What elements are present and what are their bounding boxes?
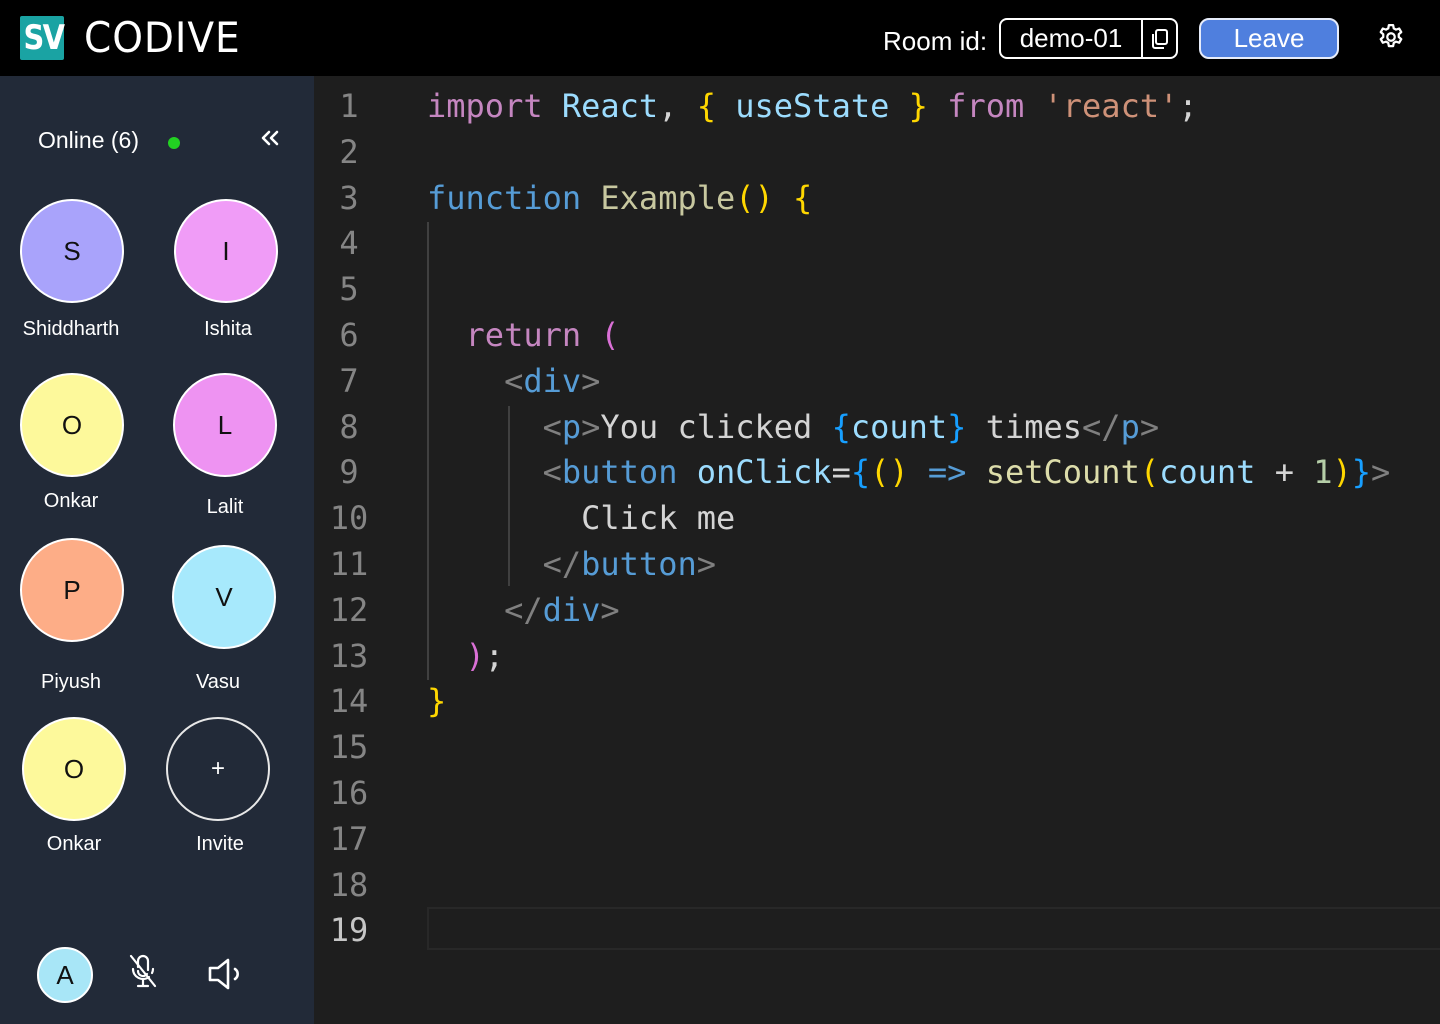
- invite-button[interactable]: +: [166, 717, 270, 821]
- app-name: CODIVE: [84, 13, 241, 62]
- leave-button[interactable]: Leave: [1199, 18, 1339, 59]
- invite-label: Invite: [196, 833, 244, 855]
- code-content[interactable]: import React, { useState } from 'react';…: [427, 84, 1440, 725]
- line-number: 7: [339, 361, 359, 400]
- code-line: </button>: [542, 544, 716, 583]
- line-number: 15: [329, 728, 369, 767]
- line-number: 5: [339, 270, 359, 309]
- participant-avatar[interactable]: I: [174, 199, 278, 303]
- participant-avatar[interactable]: V: [172, 545, 276, 649]
- copy-room-id-button[interactable]: [1143, 20, 1176, 57]
- line-number: 2: [339, 132, 359, 171]
- copy-icon: [1151, 28, 1168, 49]
- line-number: 3: [339, 178, 359, 217]
- code-line: <p>You clicked {count} times</p>: [542, 407, 1160, 446]
- participant-name: Shiddharth: [22, 318, 120, 340]
- code-line: Click me: [581, 499, 736, 538]
- online-status-dot: [168, 137, 180, 149]
- participant-name: Lalit: [206, 496, 244, 518]
- current-line-highlight: [427, 907, 1440, 950]
- code-line: </div>: [504, 590, 620, 629]
- code-line: function Example() {: [427, 178, 813, 217]
- participant-name: Onkar: [46, 833, 102, 855]
- participant-avatar[interactable]: P: [20, 538, 124, 642]
- code-line: <div>: [504, 361, 601, 400]
- line-number: 18: [329, 865, 369, 904]
- line-number: 11: [329, 544, 369, 583]
- line-number: 9: [339, 453, 359, 492]
- line-number: 10: [329, 499, 369, 538]
- code-line: }: [427, 682, 447, 721]
- code-line: return (: [465, 315, 620, 354]
- line-number: 14: [329, 682, 369, 721]
- line-number: 8: [339, 407, 359, 446]
- settings-button[interactable]: [1374, 20, 1408, 54]
- room-id-box: demo-01: [999, 18, 1178, 59]
- line-number-active: 19: [329, 911, 369, 950]
- plus-icon: +: [210, 755, 225, 782]
- line-number-gutter: 1 2 3 4 5 6 7 8 9 10 11 12 13 14 15 16 1…: [314, 84, 384, 954]
- app-logo: SV: [20, 16, 65, 60]
- top-bar: SV CODIVE Room id: demo-01 Leave: [0, 0, 1440, 76]
- line-number: 12: [329, 590, 369, 629]
- participant-name: Vasu: [195, 671, 241, 693]
- code-line: <button onClick={() => setCount(count + …: [542, 453, 1391, 492]
- participant-avatar[interactable]: O: [22, 717, 126, 821]
- participant-avatar[interactable]: S: [20, 199, 124, 303]
- participants-sidebar: Online (6) S Shiddharth I Ishita O Onkar…: [0, 76, 314, 1024]
- line-number: 13: [329, 636, 369, 675]
- line-number: 16: [329, 773, 369, 812]
- line-number: 17: [329, 819, 369, 858]
- room-id-value[interactable]: demo-01: [1001, 20, 1143, 57]
- microphone-muted-icon: [129, 954, 157, 988]
- room-id-label: Room id:: [883, 26, 988, 56]
- code-line: import React, { useState } from 'react';: [427, 87, 1198, 125]
- collapse-sidebar-button[interactable]: [256, 124, 284, 152]
- online-count-label: Online (6): [38, 127, 139, 153]
- participant-name: Onkar: [43, 490, 99, 512]
- mute-microphone-button[interactable]: [124, 952, 162, 990]
- double-chevron-left-icon: [261, 130, 279, 146]
- participant-name: Piyush: [40, 671, 102, 693]
- speaker-icon: [208, 958, 239, 990]
- participant-avatar[interactable]: L: [173, 373, 277, 477]
- code-line: );: [465, 636, 505, 675]
- line-number: 1: [339, 87, 359, 125]
- participant-avatar[interactable]: O: [20, 373, 124, 477]
- my-avatar[interactable]: A: [37, 947, 93, 1003]
- line-number: 4: [339, 224, 359, 263]
- participant-name: Ishita: [204, 318, 252, 340]
- gear-icon: [1379, 24, 1403, 48]
- line-number: 6: [339, 315, 359, 354]
- code-editor[interactable]: 1 2 3 4 5 6 7 8 9 10 11 12 13 14 15 16 1…: [314, 76, 1440, 1024]
- speaker-button[interactable]: [204, 954, 248, 994]
